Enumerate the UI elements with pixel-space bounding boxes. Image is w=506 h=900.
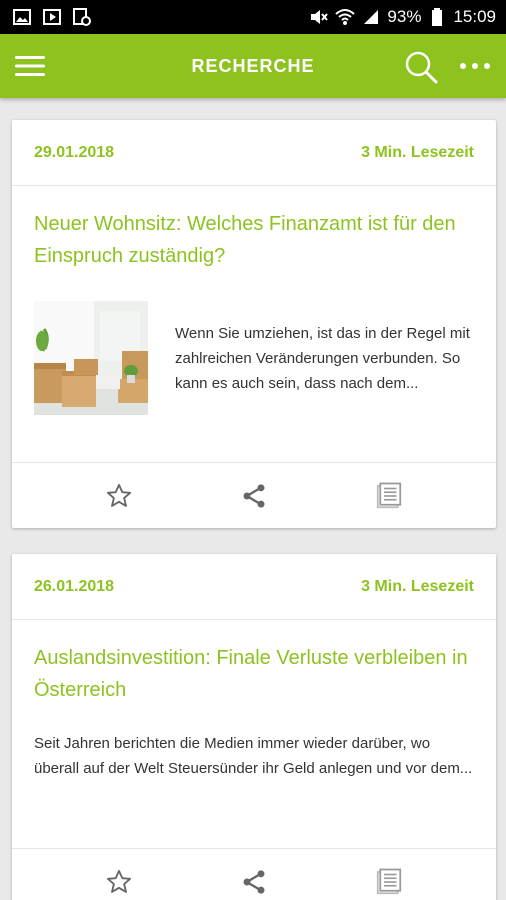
play-store-icon: [42, 7, 62, 27]
article-reading-time: 3 Min. Lesezeit: [361, 143, 474, 161]
more-dots-icon: [460, 63, 490, 69]
wifi-icon: [335, 7, 356, 27]
search-button[interactable]: [402, 48, 440, 86]
read-article-button[interactable]: [371, 864, 407, 900]
article-title[interactable]: Neuer Wohnsitz: Welches Finanzamt ist fü…: [12, 186, 496, 272]
more-options-button[interactable]: [458, 54, 492, 78]
article-excerpt: Seit Jahren berichten die Medien immer w…: [34, 735, 473, 777]
article-meta: 29.01.2018 3 Min. Lesezeit: [12, 120, 496, 186]
gallery-icon: [12, 7, 32, 27]
star-icon: [107, 869, 132, 893]
menu-button[interactable]: [12, 52, 48, 80]
mute-icon: [309, 7, 329, 27]
hamburger-icon: [15, 56, 45, 76]
article-thumbnail[interactable]: [34, 301, 148, 415]
article-actions: [12, 848, 496, 900]
share-icon: [243, 869, 265, 894]
article-excerpt: Wenn Sie umziehen, ist das in der Regel …: [175, 324, 470, 392]
article-icon: [376, 482, 401, 508]
article-title[interactable]: Auslandsinvestition: Finale Verluste ver…: [12, 620, 496, 706]
article-body: Wenn Sie umziehen, ist das in der Regel …: [12, 294, 496, 422]
article-body: Seit Jahren berichten die Medien immer w…: [12, 731, 496, 781]
star-icon: [107, 483, 132, 507]
share-button[interactable]: [236, 864, 272, 900]
battery-icon: [427, 7, 447, 27]
article-date: 26.01.2018: [34, 577, 115, 595]
share-icon: [243, 483, 265, 508]
battery-percent: 93%: [387, 7, 422, 26]
article-icon: [376, 868, 401, 894]
article-reading-time: 3 Min. Lesezeit: [361, 577, 474, 595]
article-date: 29.01.2018: [34, 143, 115, 161]
clock: 15:09: [453, 7, 496, 26]
status-bar-right: 93% 15:09: [309, 7, 496, 27]
bookmark-button[interactable]: [101, 478, 137, 514]
article-meta: 26.01.2018 3 Min. Lesezeit: [12, 554, 496, 620]
status-bar-left: [12, 7, 92, 27]
bookmark-button[interactable]: [101, 864, 137, 900]
article-card[interactable]: 29.01.2018 3 Min. Lesezeit Neuer Wohnsit…: [12, 120, 496, 528]
article-feed[interactable]: 29.01.2018 3 Min. Lesezeit Neuer Wohnsit…: [0, 98, 506, 900]
status-bar: 93% 15:09: [0, 0, 506, 34]
read-article-button[interactable]: [371, 478, 407, 514]
search-icon: [405, 51, 438, 84]
app-bar: RECHERCHE: [0, 34, 506, 98]
notification-icon: [72, 7, 92, 27]
article-card[interactable]: 26.01.2018 3 Min. Lesezeit Auslandsinves…: [12, 554, 496, 900]
share-button[interactable]: [236, 478, 272, 514]
signal-icon: [361, 7, 381, 27]
article-actions: [12, 462, 496, 528]
